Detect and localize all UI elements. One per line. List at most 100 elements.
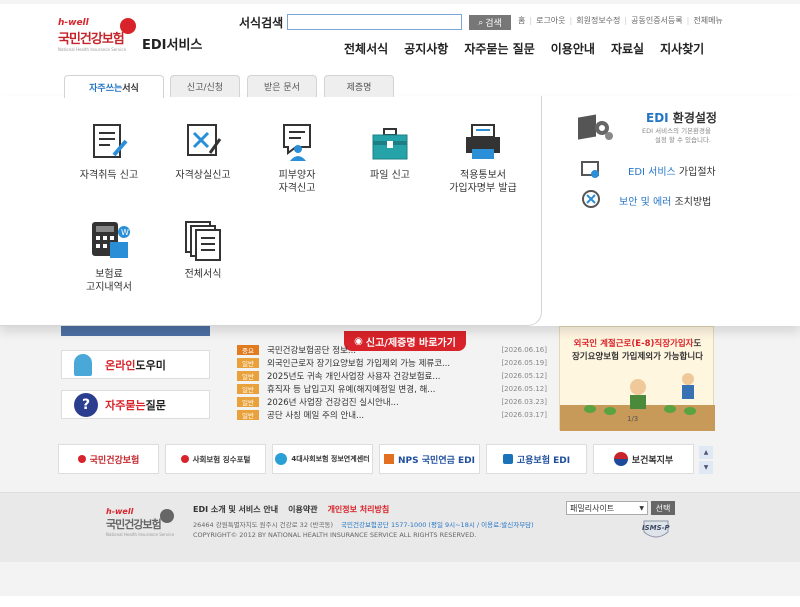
partner-label: 국민건강보험	[89, 455, 140, 466]
util-logout[interactable]: 로그아웃	[536, 15, 565, 26]
util-all-menu[interactable]: 전체메뉴	[693, 15, 722, 26]
notice-row[interactable]: 일반 외국인근로자 장기요양보험 가입제외 가능 제류코... [2026.05…	[237, 356, 547, 369]
footer-address-text: 26464 강원특별자치도 원주시 건강로 32 (반곡동)	[193, 521, 334, 529]
faq-label: 질문	[145, 398, 166, 412]
nav-guide[interactable]: 이용안내	[551, 40, 595, 57]
documents-stack-icon	[182, 220, 224, 262]
tab-label: 제증명	[346, 83, 372, 93]
footer-heart-icon	[160, 509, 174, 523]
tab-frequent-forms[interactable]: 자주쓰는 서식	[64, 75, 164, 98]
notice-row[interactable]: 일반 2025년도 귀속 개인사업장 사용자 건강보험료... [2026.05…	[237, 369, 547, 382]
partner-employment[interactable]: 고용보험 EDI	[486, 444, 587, 474]
svg-text:W: W	[121, 228, 129, 237]
form-application-notice[interactable]: 적용통보서 가입자명부 발급	[443, 121, 523, 195]
family-site-select[interactable]: 패밀리사이트 ▼	[566, 501, 648, 515]
isms-badge: ISMS-P	[638, 518, 674, 542]
banner-line2: 장기요양보험 가입제외가 가능합니다	[571, 352, 704, 362]
nav-branch-finder[interactable]: 지사찾기	[660, 40, 704, 57]
footer-link-terms[interactable]: 이용약관	[288, 504, 317, 515]
form-premium-notice[interactable]: W 보험료 고지내역서	[69, 220, 149, 294]
notice-title: 휴직자 등 납입고지 유예(해지예정일 변경, 해...	[267, 384, 436, 395]
nav-faq[interactable]: 자주묻는 질문	[464, 40, 534, 57]
nav-all-forms[interactable]: 전체서식	[344, 40, 388, 57]
env-desc-line1: EDI 서비스의 기본환경을	[642, 127, 711, 135]
online-helper-button[interactable]: 온라인 도우미	[61, 350, 210, 379]
faq-button[interactable]: ? 자주묻는 질문	[61, 390, 210, 419]
partner-nhis[interactable]: 국민건강보험	[58, 444, 159, 474]
nav-library[interactable]: 자료실	[611, 40, 644, 57]
banner-text: 외국인 계절근로(E-8)직장가입자도 장기요양보험 가입제외가 가능합니다	[565, 338, 710, 364]
banner-line1: 도	[693, 339, 702, 349]
security-error-link[interactable]: 보안 및 에러 조치방법	[619, 193, 711, 208]
edi-signup-procedure-link[interactable]: EDI 서비스 가입절차	[628, 163, 716, 178]
security-label-blue: 보안 및 에러	[619, 197, 672, 208]
partner-nps[interactable]: NPS 국민연금 EDI	[379, 444, 480, 474]
nps-logo-icon	[384, 454, 395, 464]
printer-icon	[462, 121, 504, 163]
notice-badge: 일반	[237, 383, 259, 394]
chevron-down-icon: ▼	[639, 504, 644, 512]
footer-link-intro[interactable]: EDI 소개 및 서비스 안내	[193, 504, 278, 515]
search-input[interactable]	[287, 14, 462, 30]
notice-row[interactable]: 일반 공단 사칭 메일 주의 안내... [2026.03.17]	[237, 408, 547, 421]
util-home[interactable]: 홈	[518, 15, 525, 26]
tab-certificates[interactable]: 제증명	[324, 75, 394, 97]
tab-received-docs[interactable]: 받은 문서	[247, 75, 317, 97]
footer-logo: h-well 국민건강보험 National Health Insurance …	[106, 507, 174, 537]
notice-title: 2026년 사업장 건강검진 실시안내...	[267, 397, 399, 408]
scroll-up-icon[interactable]: ▲	[699, 446, 713, 459]
partner-label: 4대사회보험 정보연계센터	[291, 455, 370, 463]
form-label: 파일 신고	[370, 170, 410, 181]
search-button-label: 검색	[485, 18, 502, 28]
notice-badge: 일반	[237, 370, 259, 381]
employment-logo-icon	[502, 454, 513, 464]
notice-title: 외국인근로자 장기요양보험 가입제외 가능 제류코...	[267, 358, 451, 369]
banner-pager[interactable]: 1/3	[627, 415, 638, 423]
notice-date: [2026.06.16]	[501, 345, 547, 354]
banner-line1-red: 외국인 계절근로(E-8)직장가입자	[573, 339, 694, 349]
footer-link-privacy[interactable]: 개인정보 처리방침	[328, 504, 390, 515]
notice-row[interactable]: 중요 국민건강보험공단 정보... [2026.06.16]	[237, 343, 547, 356]
notice-title: 국민건강보험공단 정보...	[267, 345, 357, 356]
social-insurance-icon	[275, 453, 288, 465]
form-qualification-acquire[interactable]: 자격취득 신고	[69, 121, 149, 182]
partner-label: 사회보험 징수포털	[192, 454, 251, 464]
search-button[interactable]: ⌕ 검색	[469, 15, 511, 30]
notice-badge: 일반	[237, 396, 259, 407]
nhis-logo-icon	[180, 455, 189, 463]
env-title-blue: EDI	[646, 111, 669, 125]
util-cert-register[interactable]: 공동인증서등록	[631, 15, 683, 26]
util-menu: 홈 | 로그아웃 | 회원정보수정 | 공동인증서등록 | 전체메뉴	[518, 15, 723, 26]
document-x-icon	[182, 121, 224, 163]
form-dependent[interactable]: 피부양자 자격신고	[257, 121, 337, 195]
form-label: 자격상실신고	[175, 170, 231, 181]
nav-notices[interactable]: 공지사항	[404, 40, 448, 57]
top-strip	[0, 0, 800, 4]
online-helper-label: 도우미	[135, 358, 166, 372]
partner-collection-portal[interactable]: 사회보험 징수포털	[165, 444, 266, 474]
notice-row[interactable]: 일반 2026년 사업장 건강검진 실시안내... [2026.03.23]	[237, 395, 547, 408]
notice-row[interactable]: 일반 휴직자 등 납입고지 유예(해지예정일 변경, 해... [2026.05…	[237, 382, 547, 395]
partner-label: 고용보험 EDI	[516, 455, 571, 466]
notice-title: 2025년도 귀속 개인사업장 사용자 건강보험료...	[267, 371, 441, 382]
partner-label: NPS 국민연금 EDI	[398, 455, 475, 466]
partner-4insure[interactable]: 4대사회보험 정보연계센터	[272, 444, 373, 474]
partner-mohw[interactable]: 보건복지부	[593, 444, 694, 474]
family-site-button[interactable]: 선택	[651, 501, 675, 515]
form-label-line2: 가입자명부 발급	[449, 183, 517, 194]
tab-report-apply[interactable]: 신고/신청	[170, 75, 240, 97]
scroll-down-icon[interactable]: ▼	[699, 461, 713, 474]
util-member-edit[interactable]: 회원정보수정	[576, 15, 620, 26]
notice-date: [2026.05.19]	[501, 358, 547, 367]
form-file-report[interactable]: 파일 신고	[350, 121, 430, 182]
edi-env-settings-link[interactable]: EDI 환경설정	[646, 109, 717, 126]
tab-label: 서식	[122, 83, 139, 94]
briefcase-icon	[369, 121, 411, 163]
notice-badge: 중요	[237, 344, 259, 355]
form-label: 보험료	[95, 269, 123, 280]
form-qualification-loss[interactable]: 자격상실신고	[163, 121, 243, 182]
site-logo[interactable]: h-well 국민건강보험 National Health Insurance …	[58, 18, 208, 54]
partner-scroll: ▲ ▼	[699, 446, 713, 474]
phone-banner	[61, 326, 210, 336]
form-all-forms[interactable]: 전체서식	[163, 220, 243, 281]
